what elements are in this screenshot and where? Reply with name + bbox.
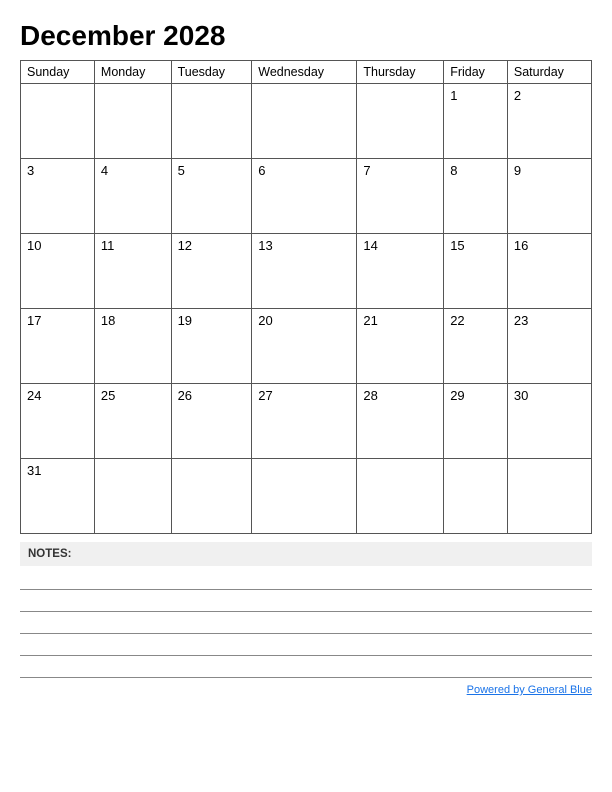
day-cell: 10 [21,234,95,309]
day-number: 7 [363,163,437,178]
notes-section: NOTES: [20,542,592,566]
header-thursday: Thursday [357,61,444,84]
header-friday: Friday [444,61,508,84]
day-cell: 30 [507,384,591,459]
day-cell: 31 [21,459,95,534]
day-number: 16 [514,238,585,253]
day-cell: 6 [252,159,357,234]
day-cell: 23 [507,309,591,384]
day-number: 15 [450,238,501,253]
page-title: December 2028 [20,20,592,52]
day-number: 10 [27,238,88,253]
day-cell: 24 [21,384,95,459]
day-number: 31 [27,463,88,478]
day-number: 28 [363,388,437,403]
day-number: 5 [178,163,246,178]
day-cell: 17 [21,309,95,384]
day-cell: 7 [357,159,444,234]
day-cell [357,84,444,159]
day-cell: 22 [444,309,508,384]
week-row-3: 17 18 19 20 21 22 23 [21,309,592,384]
day-cell [171,459,252,534]
day-number: 1 [450,88,501,103]
day-cell: 20 [252,309,357,384]
week-row-0: 12 [21,84,592,159]
calendar-table: SundayMondayTuesdayWednesdayThursdayFrid… [20,60,592,534]
day-cell [21,84,95,159]
day-cell [357,459,444,534]
notes-line-5[interactable] [20,658,592,678]
day-cell [444,459,508,534]
day-number: 27 [258,388,350,403]
header-sunday: Sunday [21,61,95,84]
day-number: 6 [258,163,350,178]
day-cell: 1 [444,84,508,159]
day-cell: 16 [507,234,591,309]
week-row-5: 31 [21,459,592,534]
day-number: 26 [178,388,246,403]
day-cell: 5 [171,159,252,234]
day-cell [94,84,171,159]
day-cell [94,459,171,534]
day-number: 3 [27,163,88,178]
day-number: 21 [363,313,437,328]
day-cell: 27 [252,384,357,459]
day-number: 9 [514,163,585,178]
day-number: 12 [178,238,246,253]
day-cell: 29 [444,384,508,459]
day-cell: 21 [357,309,444,384]
day-cell: 13 [252,234,357,309]
day-number: 4 [101,163,165,178]
day-cell: 25 [94,384,171,459]
day-number: 14 [363,238,437,253]
day-cell: 4 [94,159,171,234]
notes-line-3[interactable] [20,614,592,634]
notes-line-4[interactable] [20,636,592,656]
day-cell: 14 [357,234,444,309]
powered-by: Powered by General Blue [20,684,592,696]
day-cell: 26 [171,384,252,459]
week-row-1: 3456789 [21,159,592,234]
day-cell: 19 [171,309,252,384]
day-number: 11 [101,238,165,253]
day-number: 13 [258,238,350,253]
day-cell [252,459,357,534]
day-number: 17 [27,313,88,328]
day-cell: 15 [444,234,508,309]
day-number: 2 [514,88,585,103]
day-number: 24 [27,388,88,403]
header-saturday: Saturday [507,61,591,84]
day-number: 25 [101,388,165,403]
day-cell: 8 [444,159,508,234]
notes-label: NOTES: [28,548,71,560]
header-tuesday: Tuesday [171,61,252,84]
day-number: 8 [450,163,501,178]
day-number: 18 [101,313,165,328]
week-row-2: 10 11 12 13 14 15 16 [21,234,592,309]
day-number: 23 [514,313,585,328]
day-cell: 3 [21,159,95,234]
day-cell: 11 [94,234,171,309]
header-row: SundayMondayTuesdayWednesdayThursdayFrid… [21,61,592,84]
day-number: 22 [450,313,501,328]
day-number: 19 [178,313,246,328]
day-cell [507,459,591,534]
notes-line-1[interactable] [20,570,592,590]
header-monday: Monday [94,61,171,84]
day-cell [171,84,252,159]
day-number: 20 [258,313,350,328]
week-row-4: 24 25 26 27 28 29 30 [21,384,592,459]
day-cell: 2 [507,84,591,159]
day-cell: 18 [94,309,171,384]
day-number: 29 [450,388,501,403]
notes-line-2[interactable] [20,592,592,612]
day-cell [252,84,357,159]
notes-lines [20,570,592,678]
day-cell: 28 [357,384,444,459]
header-wednesday: Wednesday [252,61,357,84]
day-cell: 12 [171,234,252,309]
day-cell: 9 [507,159,591,234]
day-number: 30 [514,388,585,403]
powered-by-link[interactable]: Powered by General Blue [467,684,592,696]
